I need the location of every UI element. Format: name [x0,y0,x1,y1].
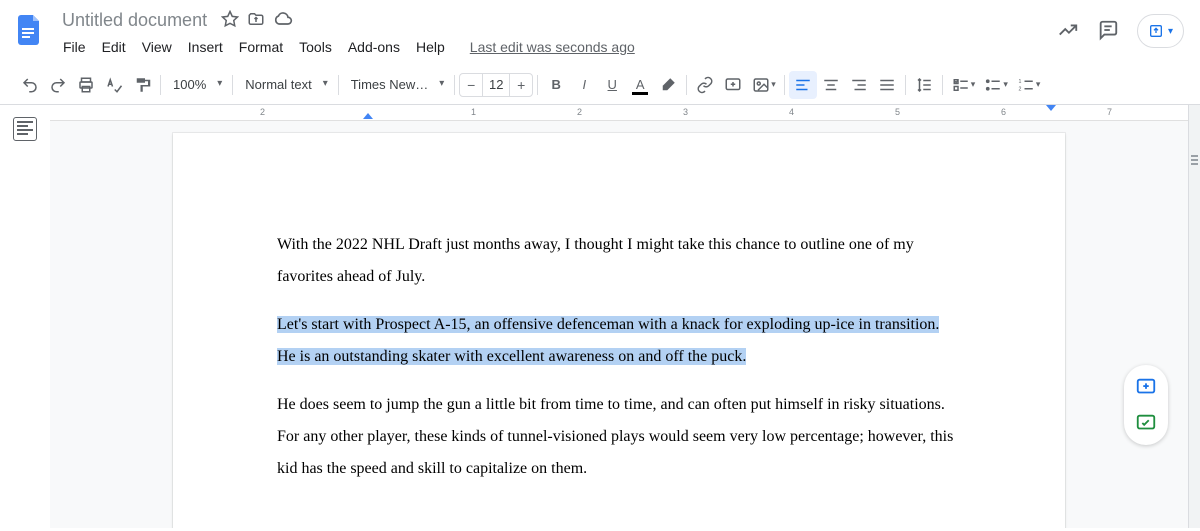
header-right: ▾ [1057,8,1188,48]
menu-edit[interactable]: Edit [95,35,133,59]
first-line-indent-icon[interactable] [363,113,373,119]
menu-format[interactable]: Format [232,35,290,59]
align-right-button[interactable] [845,71,873,99]
chevron-down-icon: ▾ [1168,26,1173,37]
font-size-group: − + [459,73,533,97]
ruler-tick: 2 [260,107,265,117]
align-center-button[interactable] [817,71,845,99]
outline-toggle-icon[interactable] [13,117,37,141]
cloud-status-icon[interactable] [273,9,293,32]
menubar: File Edit View Insert Format Tools Add-o… [56,35,1057,59]
menu-addons[interactable]: Add-ons [341,35,407,59]
ruler-tick: 6 [1001,107,1006,117]
paint-format-button[interactable] [128,71,156,99]
star-icon[interactable] [221,10,239,31]
zoom-select[interactable]: 100% [165,73,228,96]
menu-file[interactable]: File [56,35,93,59]
toolbar: 100% Normal text Times New… − + B I U A … [0,65,1200,105]
share-button[interactable]: ▾ [1137,14,1184,48]
ruler-tick: 2 [577,107,582,117]
paragraph-1[interactable]: With the 2022 NHL Draft just months away… [277,229,961,293]
docs-logo[interactable] [12,12,48,48]
spellcheck-button[interactable] [100,71,128,99]
add-comment-button[interactable] [1130,371,1162,403]
align-left-button[interactable] [789,71,817,99]
font-size-input[interactable] [482,74,510,96]
document-page[interactable]: With the 2022 NHL Draft just months away… [173,133,1065,528]
underline-button[interactable]: U [598,71,626,99]
title-area: Untitled document File Edit View Insert … [56,8,1057,59]
ruler-tick: 4 [789,107,794,117]
comments-icon[interactable] [1097,19,1119,44]
image-dropdown-icon[interactable]: ▾ [771,79,780,90]
ruler-tick: 3 [683,107,688,117]
ruler-tick: 1 [471,107,476,117]
svg-text:2: 2 [1018,86,1021,92]
bullet-dropdown-icon[interactable]: ▾ [1003,79,1012,90]
right-indent-icon[interactable] [1046,105,1056,111]
menu-view[interactable]: View [135,35,179,59]
line-spacing-button[interactable] [910,71,938,99]
document-body[interactable]: With the 2022 NHL Draft just months away… [277,229,961,485]
font-size-increment[interactable]: + [510,74,532,96]
document-canvas[interactable]: 2 1 2 3 4 5 6 7 With the 2022 NHL Draft … [50,105,1188,528]
paragraph-style-select[interactable]: Normal text [237,73,333,96]
print-button[interactable] [72,71,100,99]
floating-comment-tools [1124,365,1168,445]
font-size-decrement[interactable]: − [460,74,482,96]
align-justify-button[interactable] [873,71,901,99]
italic-button[interactable]: I [570,71,598,99]
outline-rail [0,105,50,528]
ruler-tick: 5 [895,107,900,117]
redo-button[interactable] [44,71,72,99]
numbered-dropdown-icon[interactable]: ▾ [1036,79,1045,90]
paragraph-3[interactable]: He does seem to jump the gun a little bi… [277,389,961,485]
last-edit-link[interactable]: Last edit was seconds ago [462,35,643,59]
document-title[interactable]: Untitled document [56,8,213,33]
insert-link-button[interactable] [691,71,719,99]
suggest-edit-button[interactable] [1130,407,1162,439]
insert-comment-button[interactable] [719,71,747,99]
move-icon[interactable] [247,10,265,31]
ruler-tick: 7 [1107,107,1112,117]
menu-tools[interactable]: Tools [292,35,339,59]
highlight-button[interactable] [654,71,682,99]
bold-button[interactable]: B [542,71,570,99]
selected-text[interactable]: Let's start with Prospect A-15, an offen… [277,316,939,365]
header-bar: Untitled document File Edit View Insert … [0,0,1200,59]
font-select[interactable]: Times New… [343,73,451,96]
undo-button[interactable] [16,71,44,99]
checklist-dropdown-icon[interactable]: ▾ [971,79,980,90]
paragraph-2[interactable]: Let's start with Prospect A-15, an offen… [277,309,961,373]
side-panel-collapsed[interactable] [1188,105,1200,528]
horizontal-ruler[interactable]: 2 1 2 3 4 5 6 7 [50,105,1188,121]
text-color-button[interactable]: A [626,71,654,99]
menu-help[interactable]: Help [409,35,452,59]
activity-icon[interactable] [1057,19,1079,44]
workspace: 2 1 2 3 4 5 6 7 With the 2022 NHL Draft … [0,105,1200,528]
svg-text:1: 1 [1018,78,1021,84]
menu-insert[interactable]: Insert [181,35,230,59]
